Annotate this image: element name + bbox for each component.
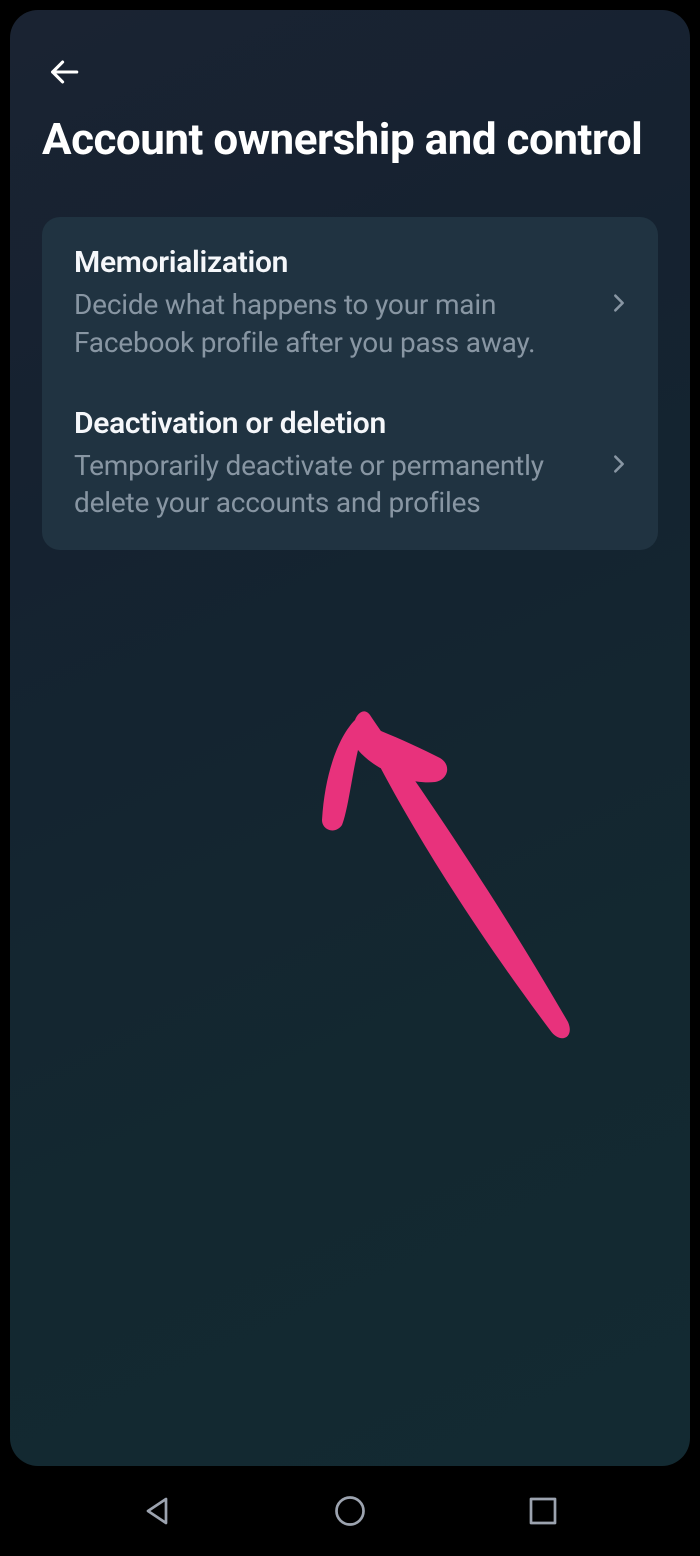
- chevron-right-icon: [608, 453, 630, 475]
- arrow-left-icon: [47, 55, 81, 89]
- annotation-arrow: [280, 690, 600, 1094]
- deactivation-deletion-option[interactable]: Deactivation or deletion Temporarily dea…: [74, 406, 630, 523]
- circle-home-icon: [332, 1493, 368, 1529]
- nav-back-button[interactable]: [132, 1486, 182, 1536]
- back-button[interactable]: [42, 50, 86, 94]
- page-title: Account ownership and control: [42, 112, 658, 167]
- list-item-text: Deactivation or deletion Temporarily dea…: [74, 406, 596, 523]
- options-card: Memorialization Decide what happens to y…: [42, 217, 658, 550]
- square-recent-icon: [525, 1493, 561, 1529]
- system-nav-bar: [0, 1466, 700, 1556]
- list-item-description: Decide what happens to your main Faceboo…: [74, 286, 596, 362]
- triangle-back-icon: [139, 1493, 175, 1529]
- memorialization-option[interactable]: Memorialization Decide what happens to y…: [74, 245, 630, 362]
- list-item-description: Temporarily deactivate or permanently de…: [74, 447, 596, 523]
- nav-home-button[interactable]: [325, 1486, 375, 1536]
- list-item-title: Memorialization: [74, 245, 596, 280]
- list-item-text: Memorialization Decide what happens to y…: [74, 245, 596, 362]
- list-item-title: Deactivation or deletion: [74, 406, 596, 441]
- chevron-right-icon: [608, 292, 630, 314]
- app-screen: Account ownership and control Memorializ…: [10, 10, 690, 1466]
- nav-recent-button[interactable]: [518, 1486, 568, 1536]
